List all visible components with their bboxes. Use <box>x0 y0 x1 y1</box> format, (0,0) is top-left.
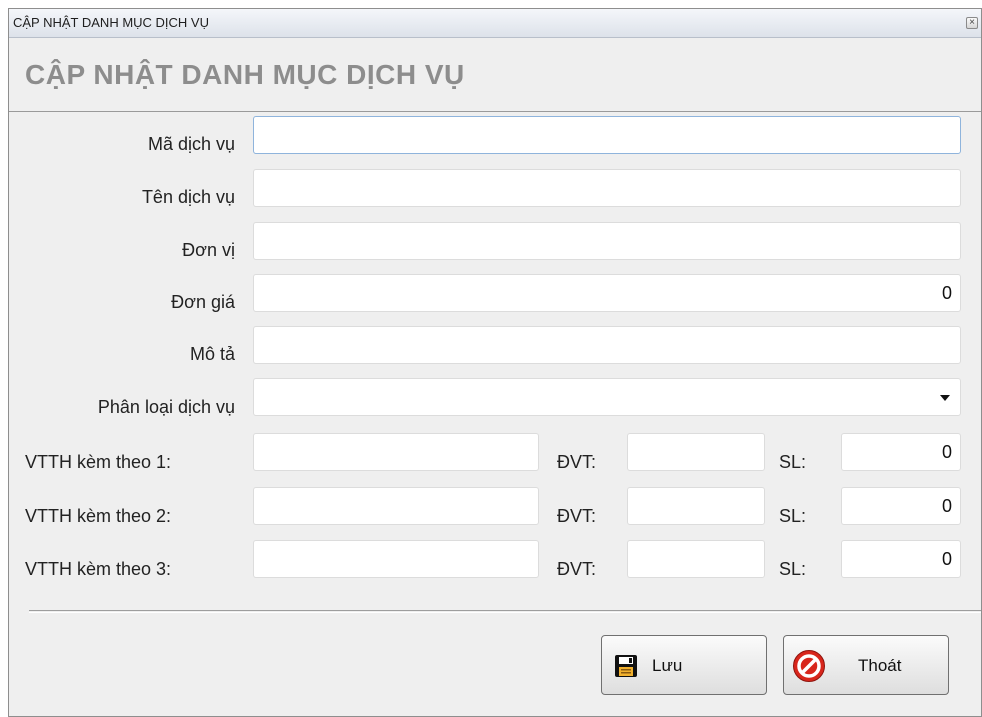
exit-button-label: Thoát <box>858 656 902 675</box>
vtth-3-label: VTTH kèm theo 3: <box>25 559 172 579</box>
vtth-3-input[interactable] <box>253 540 539 578</box>
page-title: CẬP NHẬT DANH MỤC DỊCH VỤ <box>25 59 465 90</box>
footer-divider <box>29 610 981 611</box>
vtth-1-sl-input[interactable] <box>841 433 961 471</box>
ma-dich-vu-input[interactable] <box>253 116 961 154</box>
exit-button[interactable]: Thoát <box>783 635 949 695</box>
ten-dich-vu-label: Tên dịch vụ <box>141 187 235 207</box>
vtth-3-dvt-label: ĐVT: <box>557 559 597 579</box>
close-button[interactable]: × <box>966 17 978 29</box>
vtth-2-sl-input[interactable] <box>841 487 961 525</box>
vtth-2-sl-label: SL: <box>779 506 807 526</box>
floppy-disk-icon <box>614 654 638 683</box>
vtth-2-label: VTTH kèm theo 2: <box>25 506 172 526</box>
vtth-1-input[interactable] <box>253 433 539 471</box>
vtth-3-sl-input[interactable] <box>841 540 961 578</box>
no-entry-icon <box>792 649 826 688</box>
close-icon: × <box>969 17 975 28</box>
dialog-window: CẬP NHẬT DANH MỤC DỊCH VỤ × CẬP NHẬT DAN… <box>8 8 982 717</box>
don-gia-input[interactable] <box>253 274 961 312</box>
don-gia-label: Đơn giá <box>171 292 235 312</box>
dropdown-caret-icon[interactable] <box>940 395 950 401</box>
vtth-3-dvt-input[interactable] <box>627 540 765 578</box>
ma-dich-vu-label: Mã dịch vụ <box>147 134 235 154</box>
don-vi-input[interactable] <box>253 222 961 260</box>
vtth-3-sl-label: SL: <box>779 559 807 579</box>
window-title: CẬP NHẬT DANH MỤC DỊCH VỤ <box>13 15 209 30</box>
vtth-1-label: VTTH kèm theo 1: <box>25 452 172 472</box>
vtth-1-sl-label: SL: <box>779 452 807 472</box>
vtth-1-dvt-input[interactable] <box>627 433 765 471</box>
header-divider <box>9 111 981 112</box>
vtth-1-dvt-label: ĐVT: <box>557 452 597 472</box>
ten-dich-vu-input[interactable] <box>253 169 961 207</box>
vtth-2-dvt-label: ĐVT: <box>557 506 597 526</box>
save-button[interactable]: Lưu <box>601 635 767 695</box>
don-vi-label: Đơn vị <box>182 240 235 260</box>
footer-divider-highlight <box>29 612 981 613</box>
phan-loai-dich-vu-label: Phân loại dịch vụ <box>97 397 235 417</box>
phan-loai-dich-vu-select[interactable] <box>253 378 961 416</box>
vtth-2-input[interactable] <box>253 487 539 525</box>
save-button-label: Lưu <box>652 656 683 675</box>
title-bar[interactable]: CẬP NHẬT DANH MỤC DỊCH VỤ × <box>9 9 981 38</box>
mo-ta-input[interactable] <box>253 326 961 364</box>
mo-ta-label: Mô tả <box>189 344 235 364</box>
vtth-2-dvt-input[interactable] <box>627 487 765 525</box>
